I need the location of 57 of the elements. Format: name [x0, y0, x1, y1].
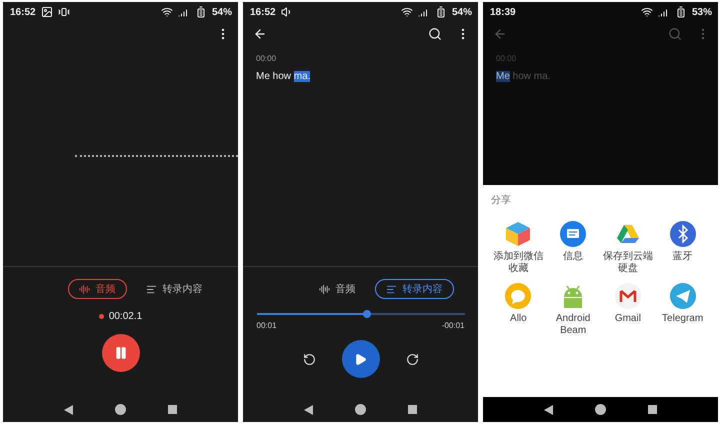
waveform-icon [318, 284, 330, 294]
back-icon[interactable] [544, 404, 553, 414]
battery-icon [434, 6, 447, 18]
home-icon[interactable] [355, 404, 366, 415]
pause-icon [114, 346, 128, 360]
share-target[interactable]: Telegram [655, 283, 710, 341]
remaining-time: -00:01 [442, 321, 464, 330]
battery-percent: 54% [212, 6, 232, 18]
paper-plane-icon [670, 283, 696, 309]
view-tab[interactable]: 转录内容 [374, 279, 454, 299]
recording-dot [98, 314, 104, 319]
elapsed-time: 00:01 [256, 321, 277, 330]
lines-icon [146, 284, 156, 294]
back-icon[interactable] [64, 404, 73, 414]
rewind-button[interactable] [302, 352, 316, 366]
back-icon[interactable] [304, 404, 313, 414]
image-icon [40, 6, 53, 18]
share-target[interactable]: 添加到微信收藏 [491, 221, 546, 279]
battery-percent: 54% [452, 6, 472, 18]
forward-button[interactable] [406, 352, 418, 366]
pause-button[interactable] [102, 334, 140, 372]
chat-bubble-icon [505, 283, 532, 309]
battery-percent: 53% [692, 6, 712, 18]
home-icon[interactable] [595, 404, 606, 415]
status-time: 16:52 [250, 6, 276, 18]
view-tab[interactable]: 音频 [308, 279, 366, 299]
view-tab[interactable]: 音频 [68, 279, 126, 299]
share-target[interactable]: Gmail [600, 283, 656, 341]
waveform-icon [78, 284, 90, 294]
status-time: 18:39 [490, 6, 516, 18]
share-target[interactable]: Android Beam [546, 283, 600, 341]
play-icon [354, 352, 367, 366]
transcript-text: Me how ma. [256, 71, 312, 82]
timestamp: 00:00 [256, 54, 278, 63]
lines-icon [386, 284, 396, 294]
forward-icon [406, 352, 418, 366]
transcript-text: Me how ma. [496, 71, 552, 82]
view-tab[interactable]: 转录内容 [134, 279, 214, 299]
envelope-icon [614, 283, 641, 309]
battery-icon [194, 6, 207, 18]
share-target[interactable]: 信息 [546, 221, 600, 279]
volume-icon [280, 6, 293, 18]
vibrate-icon [58, 6, 70, 18]
home-icon[interactable] [115, 404, 126, 415]
share-target[interactable]: 保存到云端硬盘 [600, 221, 656, 279]
bluetooth-icon [670, 221, 696, 247]
cube-icon [505, 221, 532, 247]
message-icon [560, 221, 586, 247]
share-target[interactable]: Allo [491, 283, 546, 341]
search-icon[interactable] [428, 27, 442, 41]
recording-timer: 00:02.1 [108, 311, 142, 322]
play-button[interactable] [342, 340, 380, 378]
status-time: 16:52 [10, 6, 36, 18]
battery-icon [674, 6, 687, 18]
rewind-icon [302, 352, 316, 366]
share-target[interactable]: 蓝牙 [655, 221, 710, 279]
share-title: 分享 [491, 194, 512, 207]
